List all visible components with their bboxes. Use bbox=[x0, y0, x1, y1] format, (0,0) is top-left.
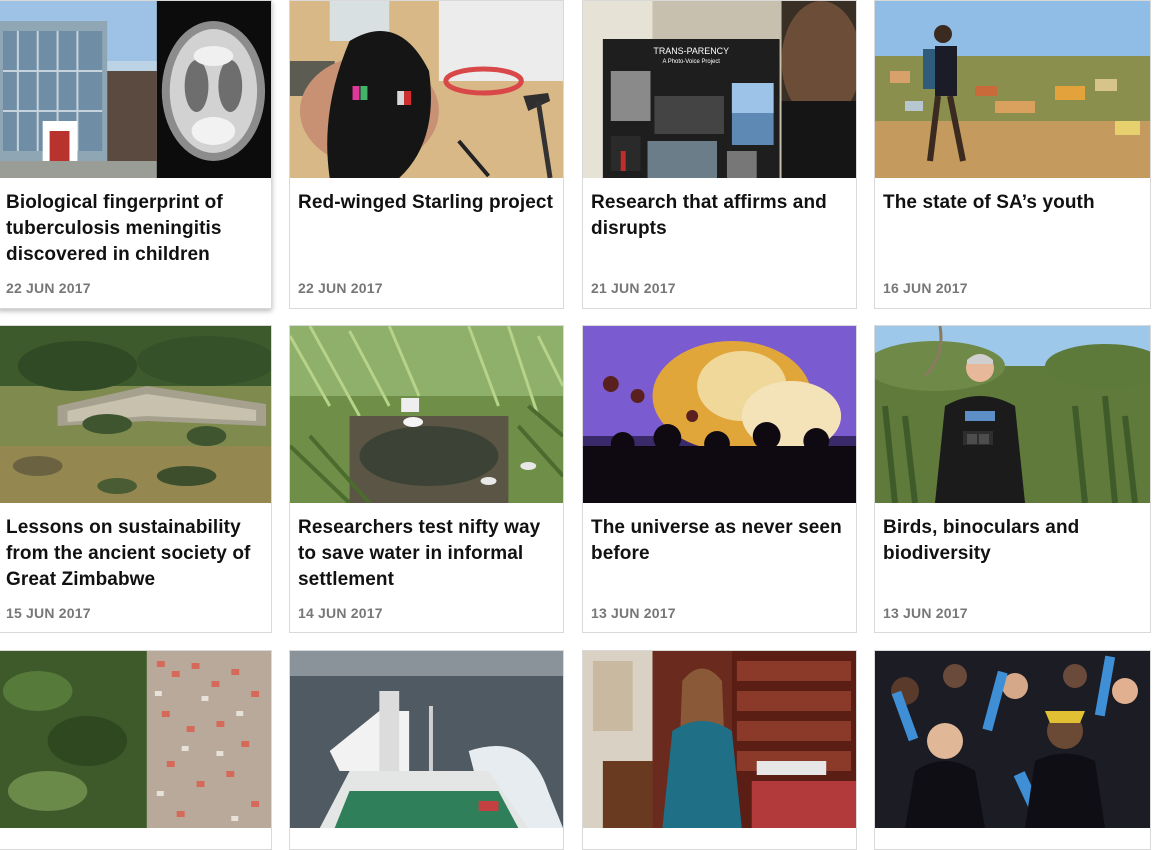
news-card[interactable]: The universe as never seen before 13 JUN… bbox=[582, 325, 857, 633]
poster-heading: TRANS-PARENCY bbox=[653, 46, 729, 56]
card-image-planetarium bbox=[583, 326, 856, 503]
card-date: 22 JUN 2017 bbox=[6, 280, 91, 296]
card-date: 13 JUN 2017 bbox=[591, 605, 676, 621]
card-date: 14 JUN 2017 bbox=[298, 605, 383, 621]
card-image-poster: TRANS-PARENCY A Photo-Voice Project bbox=[583, 1, 856, 178]
card-date: 16 JUN 2017 bbox=[883, 280, 968, 296]
news-card[interactable] bbox=[0, 650, 272, 850]
news-card[interactable]: Researchers test nifty way to save water… bbox=[289, 325, 564, 633]
card-image-starling bbox=[290, 1, 563, 178]
card-image-library bbox=[583, 651, 856, 828]
card-title[interactable]: Birds, binoculars and biodiversity bbox=[883, 515, 1140, 567]
card-image-research-vessel bbox=[290, 651, 563, 828]
card-title[interactable]: Biological fingerprint of tuberculosis m… bbox=[6, 190, 261, 268]
card-image-building-mri bbox=[0, 1, 271, 178]
poster-subheading: A Photo-Voice Project bbox=[662, 59, 720, 65]
card-date: 13 JUN 2017 bbox=[883, 605, 968, 621]
card-date: 21 JUN 2017 bbox=[591, 280, 676, 296]
news-card[interactable]: Biological fingerprint of tuberculosis m… bbox=[0, 0, 272, 309]
card-title[interactable]: Research that affirms and disrupts bbox=[591, 190, 846, 242]
news-card[interactable] bbox=[582, 650, 857, 850]
news-card[interactable]: Lessons on sustainability from the ancie… bbox=[0, 325, 272, 633]
news-card[interactable]: The state of SA’s youth 16 JUN 2017 bbox=[874, 0, 1151, 309]
card-date: 22 JUN 2017 bbox=[298, 280, 383, 296]
card-image-birdwatcher bbox=[875, 326, 1150, 503]
card-date: 15 JUN 2017 bbox=[6, 605, 91, 621]
news-card[interactable]: Red-winged Starling project 22 JUN 2017 bbox=[289, 0, 564, 309]
card-image-graduation bbox=[875, 651, 1150, 828]
news-card[interactable] bbox=[289, 650, 564, 850]
news-card[interactable]: TRANS-PARENCY A Photo-Voice Project Rese… bbox=[582, 0, 857, 309]
card-title[interactable]: Red-winged Starling project bbox=[298, 190, 553, 216]
news-grid: Biological fingerprint of tuberculosis m… bbox=[0, 0, 1154, 850]
news-card[interactable] bbox=[874, 650, 1151, 850]
card-title[interactable]: The universe as never seen before bbox=[591, 515, 846, 567]
card-image-grass-water bbox=[290, 326, 563, 503]
card-image-child-walking bbox=[875, 1, 1150, 178]
card-title[interactable]: Lessons on sustainability from the ancie… bbox=[6, 515, 261, 593]
card-title[interactable]: The state of SA’s youth bbox=[883, 190, 1140, 216]
card-image-great-zimbabwe bbox=[0, 326, 271, 503]
card-image-aerial-township bbox=[0, 651, 271, 828]
news-card[interactable]: Birds, binoculars and biodiversity 13 JU… bbox=[874, 325, 1151, 633]
card-title[interactable]: Researchers test nifty way to save water… bbox=[298, 515, 553, 593]
